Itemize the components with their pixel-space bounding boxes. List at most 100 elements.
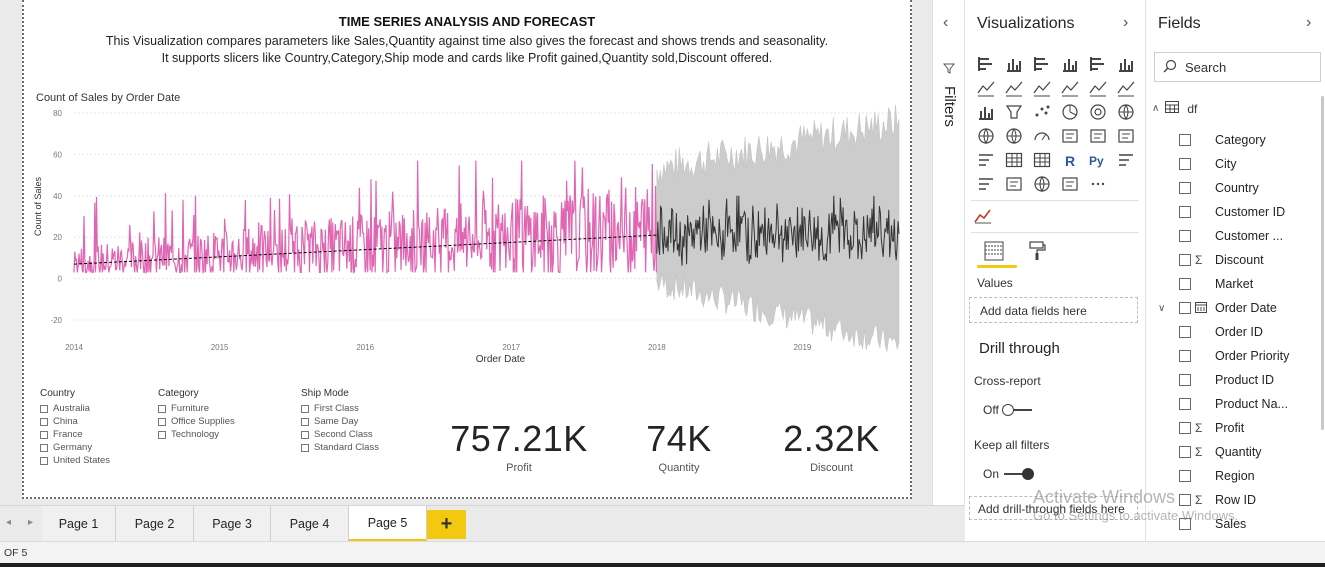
field-item[interactable]: Customer ... <box>1146 224 1325 248</box>
slicer-option[interactable]: China <box>40 415 110 428</box>
arcgis-icon[interactable] <box>1028 172 1056 196</box>
stacked-column-icon[interactable] <box>1000 52 1028 76</box>
toggle-knob[interactable] <box>1022 468 1035 480</box>
scatter-icon[interactable] <box>1028 100 1056 124</box>
donut-chart-icon[interactable] <box>1084 100 1112 124</box>
filled-map-icon[interactable] <box>1000 124 1028 148</box>
matrix-icon[interactable] <box>1028 148 1056 172</box>
add-page-button[interactable]: + <box>427 510 466 539</box>
map-icon[interactable] <box>972 124 1000 148</box>
100-stacked-bar-icon[interactable] <box>1084 52 1112 76</box>
scrollbar[interactable] <box>1321 96 1324 430</box>
tab-page-1[interactable]: Page 1 <box>42 506 116 542</box>
slicer-ship-mode[interactable]: Ship Mode First Class Same Day Second Clas… <box>301 388 379 454</box>
line-chart-icon[interactable] <box>972 76 1000 100</box>
qa-icon[interactable] <box>1000 172 1028 196</box>
treemap-icon[interactable] <box>1112 100 1140 124</box>
gauge-icon[interactable] <box>1028 124 1056 148</box>
key-influencers-icon[interactable] <box>1112 148 1140 172</box>
area-chart-icon[interactable] <box>1000 76 1028 100</box>
slicer-option[interactable]: Technology <box>158 428 235 441</box>
table-icon[interactable] <box>1000 148 1028 172</box>
checkbox[interactable] <box>158 417 166 426</box>
field-item[interactable]: Σ Quantity <box>1146 440 1325 464</box>
checkbox[interactable] <box>40 443 48 452</box>
line-clustered-column-icon[interactable] <box>1056 76 1084 100</box>
card-icon[interactable] <box>1056 124 1084 148</box>
slicer-option[interactable]: First Class <box>301 402 379 415</box>
field-item[interactable]: Σ Profit <box>1146 416 1325 440</box>
card-discount[interactable]: 2.32K Discount <box>764 418 899 474</box>
checkbox[interactable] <box>1179 182 1191 194</box>
chevron-down-icon[interactable]: ∨ <box>1158 303 1165 314</box>
slicer-option[interactable]: Germany <box>40 441 110 454</box>
toggle-track[interactable] <box>1004 468 1035 480</box>
checkbox[interactable] <box>1179 494 1191 506</box>
field-item[interactable]: ∨ Order Date <box>1146 296 1325 320</box>
field-item[interactable]: Country <box>1146 176 1325 200</box>
fields-search-box[interactable] <box>1154 52 1321 82</box>
field-item[interactable]: Customer ID <box>1146 200 1325 224</box>
checkbox[interactable] <box>301 404 309 413</box>
more-visuals-icon[interactable] <box>1084 172 1112 196</box>
slicer-icon[interactable] <box>972 148 1000 172</box>
checkbox[interactable] <box>301 417 309 426</box>
kpi-icon[interactable] <box>1112 124 1140 148</box>
keep-all-filters-toggle[interactable]: On <box>983 467 1035 481</box>
stacked-bar-icon[interactable] <box>972 52 1000 76</box>
chevron-right-icon[interactable]: › <box>1123 14 1128 32</box>
paint-roller-icon[interactable] <box>1027 240 1047 265</box>
checkbox[interactable] <box>1179 398 1191 410</box>
field-item[interactable]: City <box>1146 152 1325 176</box>
checkbox[interactable] <box>1179 254 1191 266</box>
r-visual-icon[interactable]: R <box>1056 148 1084 172</box>
chevron-right-icon[interactable]: › <box>1306 14 1311 32</box>
checkbox[interactable] <box>1179 374 1191 386</box>
checkbox[interactable] <box>1179 518 1191 530</box>
tab-page-4[interactable]: Page 4 <box>271 506 349 542</box>
slicer-option[interactable]: Standard Class <box>301 441 379 454</box>
checkbox[interactable] <box>40 417 48 426</box>
line-chart[interactable]: Count of Sales by Order Date -20 0 20 40 60 80… <box>24 85 912 375</box>
tab-page-5[interactable]: Page 5 <box>349 506 427 542</box>
field-item[interactable]: Market <box>1146 272 1325 296</box>
slicer-option[interactable]: Second Class <box>301 428 379 441</box>
values-drop-zone[interactable]: Add data fields here <box>969 297 1138 323</box>
slicer-option[interactable]: Furniture <box>158 402 235 415</box>
checkbox[interactable] <box>1179 230 1191 242</box>
field-item[interactable]: Order Priority <box>1146 344 1325 368</box>
line-stacked-column-icon[interactable] <box>1084 76 1112 100</box>
table-node-df[interactable]: ∧ df <box>1152 101 1197 116</box>
checkbox[interactable] <box>1179 350 1191 362</box>
drill-through-drop-zone[interactable]: Add drill-through fields here <box>969 496 1138 520</box>
field-item[interactable]: Order ID <box>1146 320 1325 344</box>
100-stacked-column-icon[interactable] <box>1112 52 1140 76</box>
field-item[interactable]: Sales <box>1146 512 1325 536</box>
checkbox[interactable] <box>301 430 309 439</box>
field-item[interactable]: Product ID <box>1146 368 1325 392</box>
checkbox[interactable] <box>1179 470 1191 482</box>
toggle-track[interactable] <box>1001 404 1032 416</box>
slicer-option[interactable]: Same Day <box>301 415 379 428</box>
field-item[interactable]: Region <box>1146 464 1325 488</box>
checkbox[interactable] <box>1179 446 1191 458</box>
checkbox[interactable] <box>1179 422 1191 434</box>
card-profit[interactable]: 757.21K Profit <box>444 418 594 474</box>
tab-page-2[interactable]: Page 2 <box>116 506 194 542</box>
chevron-left-icon[interactable]: ◂ <box>6 517 11 528</box>
checkbox[interactable] <box>1179 326 1191 338</box>
smart-narrative-icon[interactable] <box>1056 172 1084 196</box>
chevron-down-icon[interactable]: ∧ <box>1152 103 1159 114</box>
slicer-option[interactable]: France <box>40 428 110 441</box>
checkbox[interactable] <box>1179 278 1191 290</box>
card-quantity[interactable]: 74K Quantity <box>624 418 734 474</box>
cross-report-toggle[interactable]: Off <box>983 403 1032 417</box>
checkbox[interactable] <box>40 430 48 439</box>
slicer-option[interactable]: Office Supplies <box>158 415 235 428</box>
field-item[interactable]: Product Na... <box>1146 392 1325 416</box>
ribbon-chart-icon[interactable] <box>1112 76 1140 100</box>
funnel-icon[interactable] <box>1000 100 1028 124</box>
slicer-option[interactable]: United States <box>40 454 110 467</box>
checkbox[interactable] <box>40 456 48 465</box>
chevron-left-icon[interactable]: ‹ <box>943 14 948 32</box>
